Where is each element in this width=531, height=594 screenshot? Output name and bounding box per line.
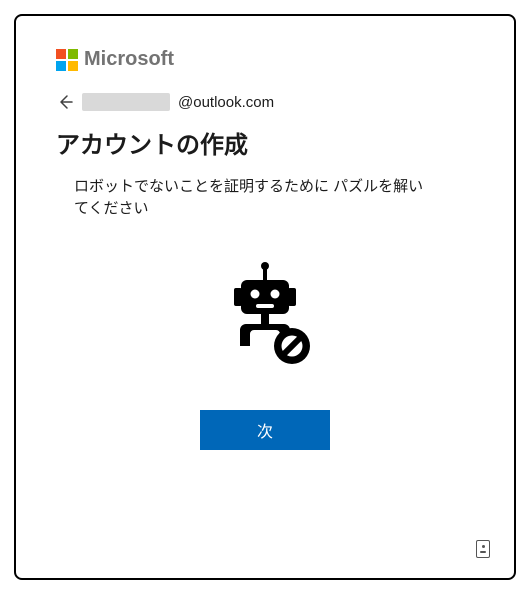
next-button[interactable]: 次 bbox=[200, 410, 330, 450]
page-title: アカウントの作成 bbox=[56, 125, 474, 160]
signup-card: Microsoft @outlook.com アカウントの作成 ロボットでないこ… bbox=[14, 14, 516, 580]
robot-blocked-icon bbox=[210, 260, 320, 370]
email-local-redacted bbox=[82, 93, 170, 111]
accessibility-options-icon[interactable] bbox=[476, 540, 490, 558]
microsoft-logo-icon bbox=[56, 49, 78, 71]
microsoft-brand: Microsoft bbox=[56, 48, 474, 71]
account-email-row: @outlook.com bbox=[56, 93, 474, 111]
captcha-graphic bbox=[56, 260, 474, 370]
card-inner: Microsoft @outlook.com アカウントの作成 ロボットでないこ… bbox=[16, 16, 514, 470]
brand-name: Microsoft bbox=[84, 48, 174, 71]
instruction-text: ロボットでないことを証明するために パズルを解いてください bbox=[74, 176, 434, 220]
back-button[interactable] bbox=[56, 93, 74, 111]
email-domain: @outlook.com bbox=[178, 94, 274, 111]
arrow-left-icon bbox=[57, 94, 73, 110]
